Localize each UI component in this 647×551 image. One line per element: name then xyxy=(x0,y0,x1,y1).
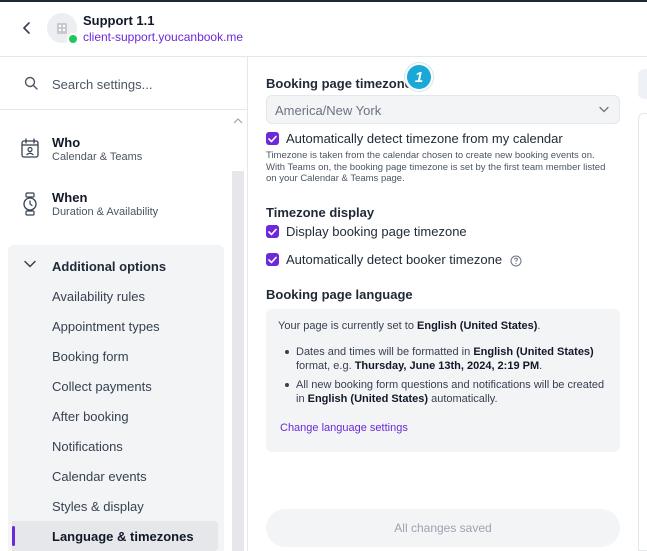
text: automatically. xyxy=(431,393,498,405)
language-section-title: Booking page language xyxy=(266,287,413,302)
chevron-down-icon xyxy=(599,106,609,113)
sidebar-item-after-booking[interactable]: After booking xyxy=(8,401,224,431)
sidebar-item-notifications[interactable]: Notifications xyxy=(8,431,224,461)
sidebar: Who Calendar & Teams When Duration & Ava… xyxy=(0,57,248,551)
sidebar-item-title: Who xyxy=(52,135,81,150)
auto-detect-timezone-checkbox[interactable] xyxy=(266,132,279,145)
settings-panel: Booking page timezone 1 America/New York… xyxy=(249,57,632,551)
sidebar-item-appointment-types[interactable]: Appointment types xyxy=(8,311,224,341)
calendar-user-icon xyxy=(21,138,39,158)
current-language: English (United States) xyxy=(417,320,538,332)
top-edge xyxy=(0,0,647,2)
sidebar-item-label: Booking form xyxy=(52,349,129,364)
sidebar-item-subtitle: Duration & Availability xyxy=(52,206,159,218)
sidebar-item-when[interactable]: When Duration & Availability xyxy=(0,182,232,232)
sidebar-item-calendar-events[interactable]: Calendar events xyxy=(8,461,224,491)
checkbox-label-text: Automatically detect booker timezone xyxy=(286,252,503,267)
list-item: All new booking form questions and notif… xyxy=(278,378,608,406)
search-icon xyxy=(24,76,38,90)
sidebar-item-language-timezones[interactable]: Language & timezones xyxy=(12,521,218,551)
search-bar xyxy=(0,57,247,110)
sidebar-item-title: When xyxy=(52,190,88,205)
checkmark-icon xyxy=(268,228,277,235)
detect-booker-timezone-checkbox[interactable] xyxy=(266,253,279,266)
group-label: Additional options xyxy=(52,259,167,274)
sidebar-item-label: Collect payments xyxy=(52,379,152,394)
timezone-display-title: Timezone display xyxy=(266,205,375,220)
sidebar-item-subtitle: Calendar & Teams xyxy=(52,151,143,163)
question-circle-icon[interactable] xyxy=(510,255,522,267)
auto-detect-timezone-label[interactable]: Automatically detect timezone from my ca… xyxy=(286,131,563,146)
step-badge: 1 xyxy=(405,63,433,91)
text: Dates and times will be formatted in xyxy=(296,346,471,358)
text: format, e.g. xyxy=(296,360,352,372)
sidebar-scrollbar-thumb[interactable] xyxy=(232,171,244,551)
sidebar-item-who[interactable]: Who Calendar & Teams xyxy=(0,127,232,177)
online-status-dot xyxy=(67,33,79,45)
additional-options-toggle[interactable]: Additional options xyxy=(8,253,224,279)
top-bar: Support 1.1 client-support.youcanbook.me xyxy=(0,0,647,57)
display-timezone-label[interactable]: Display booking page timezone xyxy=(286,224,467,239)
save-button[interactable]: All changes saved xyxy=(266,509,620,547)
sidebar-item-label: Appointment types xyxy=(52,319,160,334)
chevron-down-icon xyxy=(24,260,36,268)
detect-booker-timezone-label[interactable]: Automatically detect booker timezone xyxy=(286,252,522,267)
language-current: Your page is currently set to English (U… xyxy=(278,320,540,332)
page-title: Support 1.1 xyxy=(83,13,155,28)
sidebar-item-label: After booking xyxy=(52,409,129,424)
active-item-indicator xyxy=(12,526,15,546)
text: English (United States) xyxy=(473,346,594,358)
sidebar-item-label: Notifications xyxy=(52,439,123,454)
avatar xyxy=(47,13,79,45)
sidebar-item-label: Styles & display xyxy=(52,499,144,514)
display-timezone-checkbox[interactable] xyxy=(266,225,279,238)
section-title-text: Booking page timezone xyxy=(266,76,412,91)
sidebar-item-collect-payments[interactable]: Collect payments xyxy=(8,371,224,401)
text: English (United States) xyxy=(307,393,429,405)
chevron-left-icon xyxy=(23,22,30,34)
timezone-help-text: Timezone is taken from the calendar chos… xyxy=(266,150,606,184)
timezone-section-title: Booking page timezone xyxy=(266,76,428,91)
sidebar-item-label: Language & timezones xyxy=(52,529,194,544)
additional-options-group: Additional options Availability rules Ap… xyxy=(8,245,224,551)
list-item: Dates and times will be formatted in Eng… xyxy=(278,345,608,373)
text: . xyxy=(537,320,541,332)
watch-icon xyxy=(23,192,37,216)
search-input[interactable] xyxy=(52,73,232,95)
sidebar-item-styles-display[interactable]: Styles & display xyxy=(8,491,224,521)
page-url-link[interactable]: client-support.youcanbook.me xyxy=(83,30,243,44)
checkmark-icon xyxy=(268,135,277,142)
checkmark-icon xyxy=(268,256,277,263)
text: Your page is currently set to xyxy=(278,320,414,332)
sidebar-item-label: Availability rules xyxy=(52,289,145,304)
sidebar-item-availability-rules[interactable]: Availability rules xyxy=(8,281,224,311)
preview-pane-edge xyxy=(632,57,647,551)
timezone-select[interactable]: America/New York xyxy=(266,95,620,124)
preview-frame xyxy=(638,113,647,551)
language-info-box: Your page is currently set to English (U… xyxy=(266,309,620,452)
change-language-link[interactable]: Change language settings xyxy=(280,422,408,434)
back-button[interactable] xyxy=(16,17,38,39)
preview-tab[interactable] xyxy=(638,69,647,99)
sidebar-item-booking-form[interactable]: Booking form xyxy=(8,341,224,371)
text: . xyxy=(539,360,543,372)
scroll-up-arrow-icon xyxy=(233,118,243,124)
timezone-select-value: America/New York xyxy=(275,103,382,118)
language-details-list: Dates and times will be formatted in Eng… xyxy=(278,345,608,411)
sidebar-item-label: Calendar events xyxy=(52,469,147,484)
building-icon xyxy=(57,23,67,34)
text: Thursday, June 13th, 2024, 2:19 PM xyxy=(354,360,540,372)
